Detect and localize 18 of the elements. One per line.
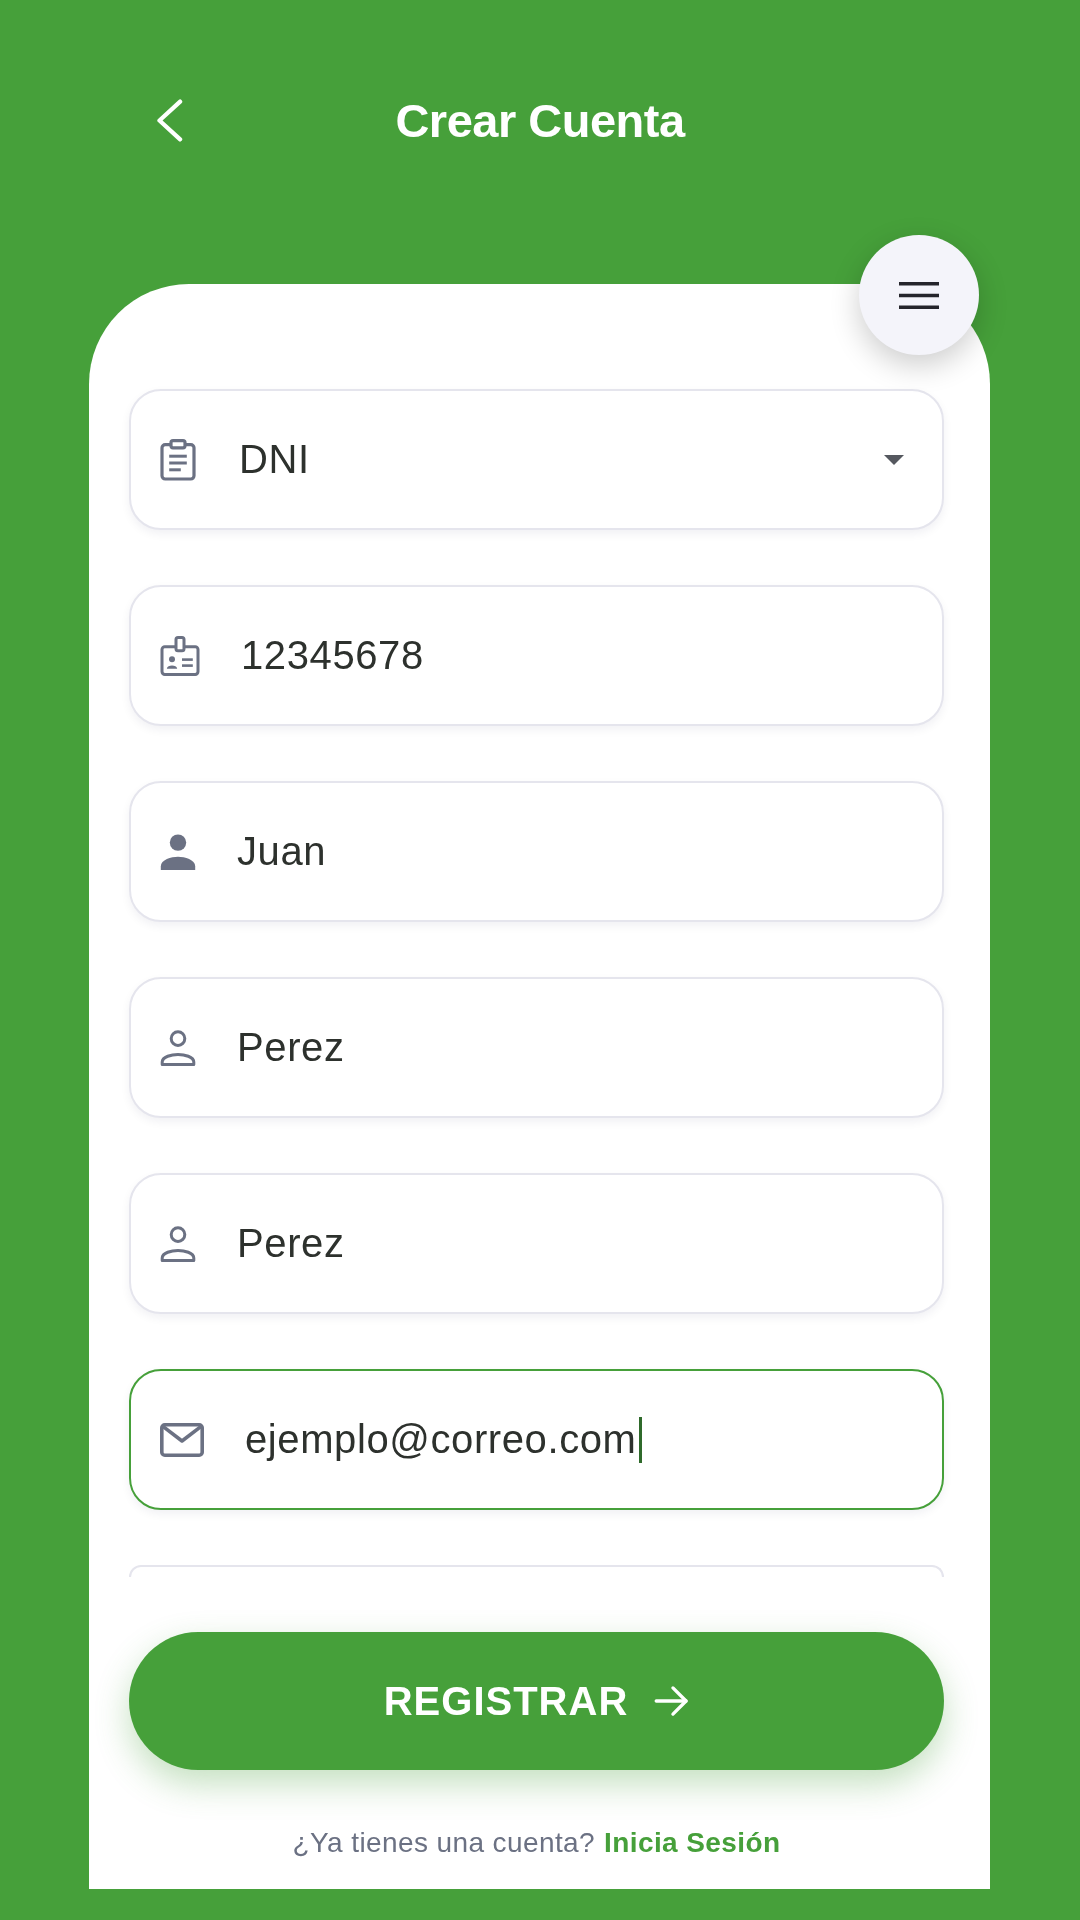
input-field[interactable] <box>129 1565 944 1577</box>
clipboard-icon <box>160 438 196 481</box>
screen-title: Crear Cuenta <box>395 92 685 148</box>
mail-icon <box>160 1422 204 1457</box>
input-field[interactable]: ejemplo@correo.com <box>129 1369 944 1510</box>
id-badge-icon <box>160 635 200 676</box>
menu-icon <box>899 281 939 309</box>
input-field[interactable]: Perez <box>129 977 944 1118</box>
document-type-select[interactable]: DNI <box>129 389 944 530</box>
input-field[interactable]: 12345678 <box>129 585 944 726</box>
back-icon[interactable] <box>156 98 183 142</box>
login-prompt: ¿Ya tienes una cuenta? <box>292 1826 596 1860</box>
person-icon <box>160 833 196 870</box>
person-outline-icon <box>160 1029 196 1066</box>
input-field[interactable]: Juan <box>129 781 944 922</box>
person-outline-icon <box>160 1225 196 1262</box>
input-field[interactable]: Perez <box>129 1173 944 1314</box>
dropdown-caret-icon <box>884 454 904 465</box>
